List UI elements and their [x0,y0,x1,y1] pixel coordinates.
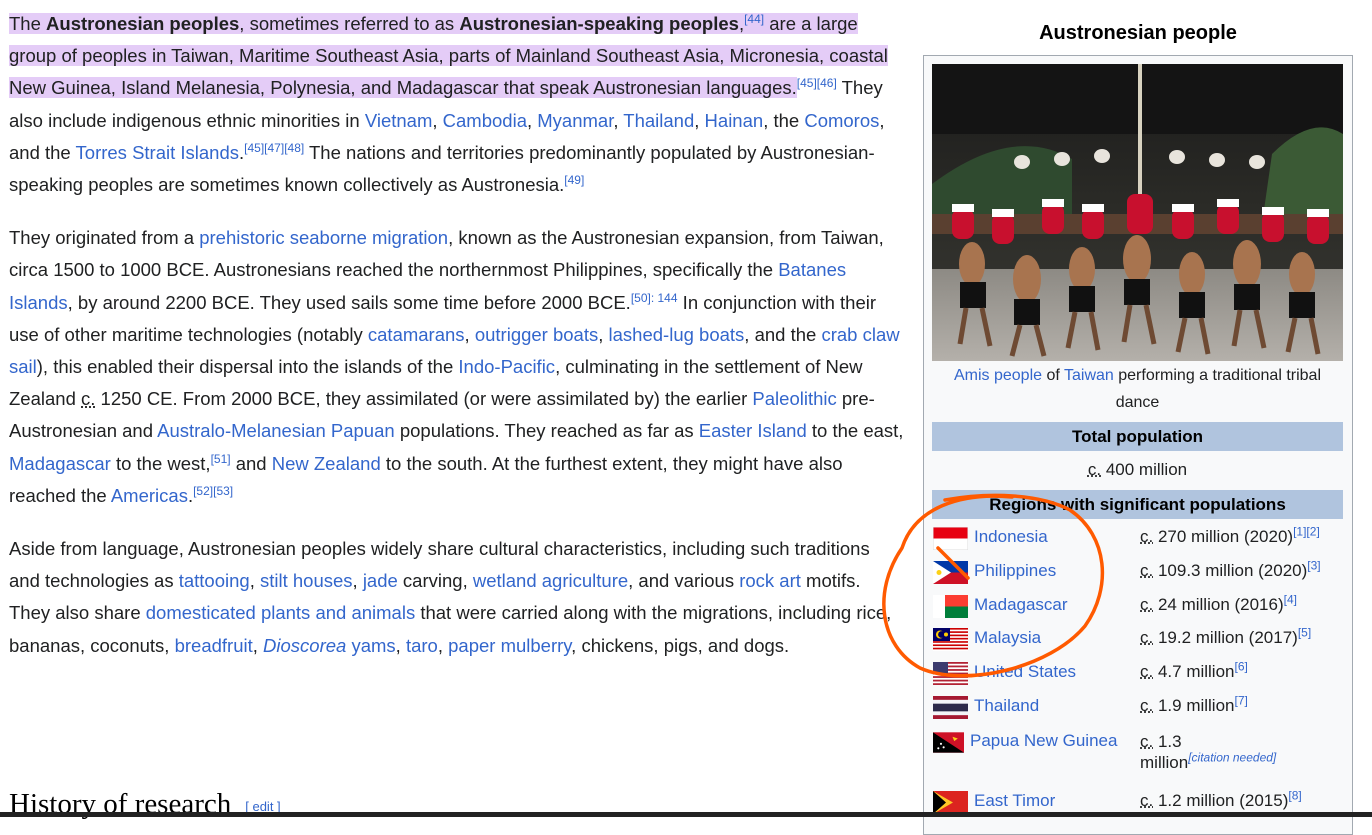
hand-drawn-circle-annotation [884,495,1103,675]
annotation-overlay [0,0,1372,817]
window-bottom-edge [0,812,1372,817]
